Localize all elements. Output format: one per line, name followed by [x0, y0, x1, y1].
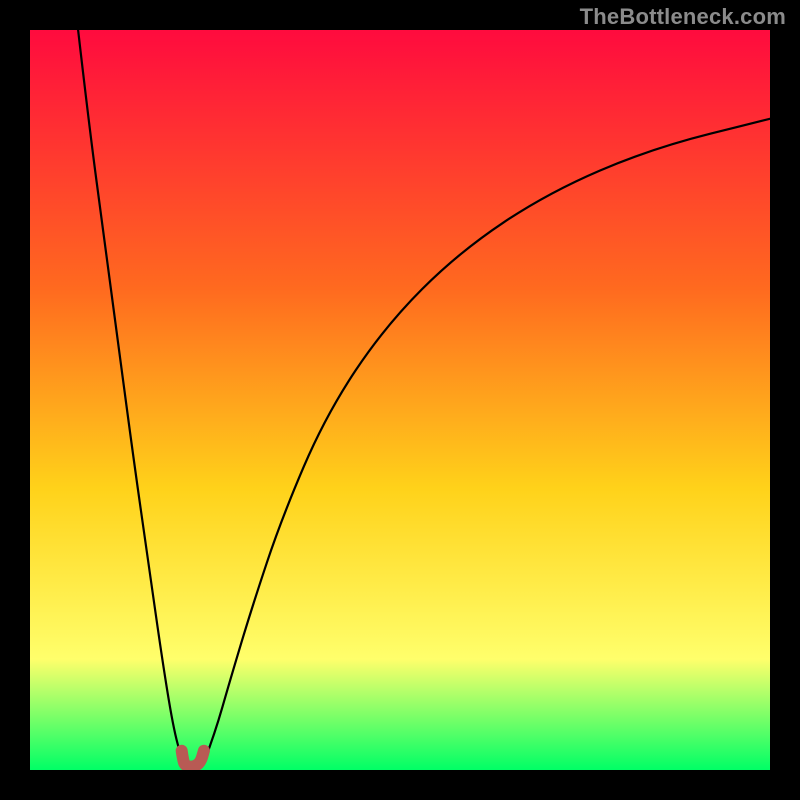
watermark-label: TheBottleneck.com — [580, 4, 786, 30]
gradient-background — [30, 30, 770, 770]
plot-area — [30, 30, 770, 770]
chart-frame: TheBottleneck.com — [0, 0, 800, 800]
plot-svg — [30, 30, 770, 770]
